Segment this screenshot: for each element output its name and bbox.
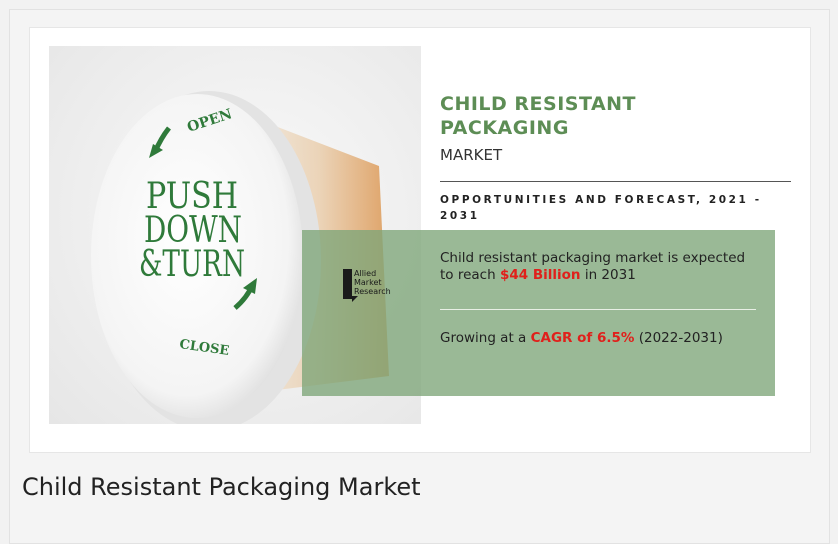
- market-size-stat: Child resistant packaging market is expe…: [440, 250, 760, 284]
- cagr-prefix: Growing at a: [440, 330, 531, 346]
- image-caption: Child Resistant Packaging Market: [22, 473, 421, 501]
- title-divider: [440, 181, 791, 182]
- logo-line-3: Research: [354, 287, 391, 296]
- forecast-label: OPPORTUNITIES AND FORECAST, 2021 - 2031: [440, 194, 762, 222]
- market-size-suffix: in 2031: [580, 267, 636, 283]
- allied-market-research-logo: Allied Market Research: [343, 267, 413, 307]
- cagr-stat: Growing at a CAGR of 6.5% (2022-2031): [440, 330, 740, 347]
- logo-line-1: Allied: [354, 269, 377, 278]
- infographic-subtitle: MARKET: [440, 146, 503, 164]
- logo-mark-icon: [343, 269, 358, 302]
- logo-line-2: Market: [354, 278, 382, 287]
- infographic-title: CHILD RESISTANT PACKAGING: [440, 93, 637, 139]
- cagr-suffix: (2022-2031): [634, 330, 723, 346]
- market-size-value: $44 Billion: [499, 267, 581, 283]
- cagr-value: CAGR of 6.5%: [530, 330, 635, 346]
- stat-divider: [440, 309, 756, 310]
- cap-turn-text: &TURN: [139, 244, 245, 285]
